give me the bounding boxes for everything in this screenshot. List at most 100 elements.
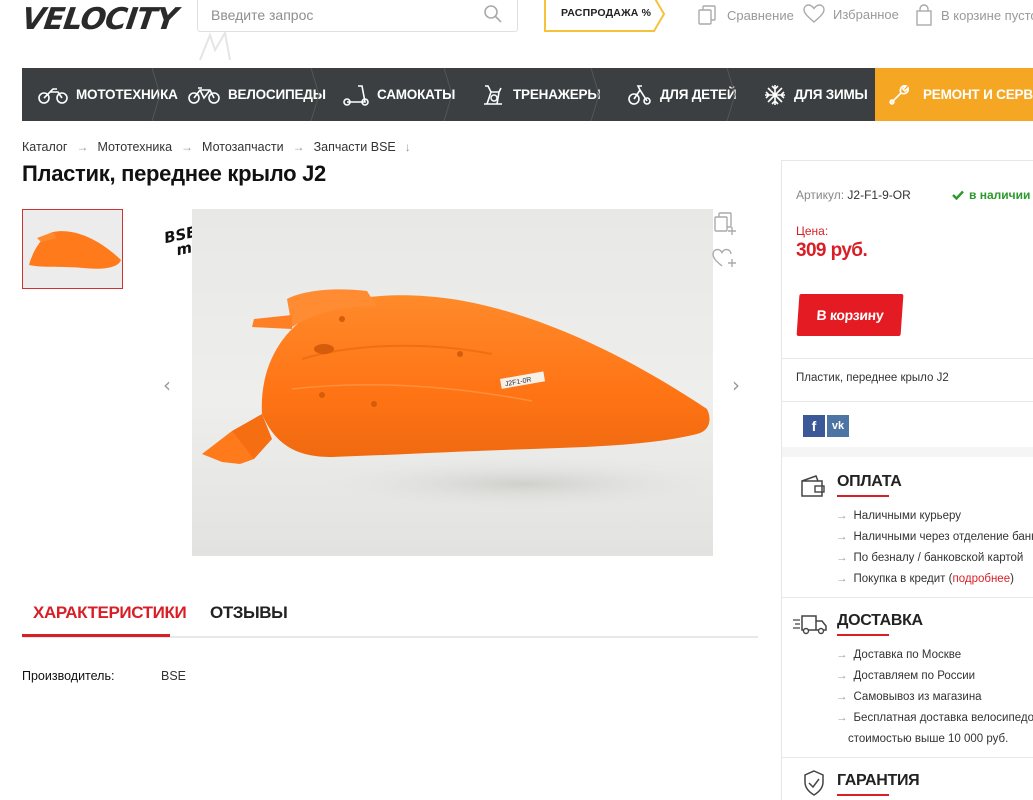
breadcrumb: Каталог → Мототехника → Мотозапчасти → З… [22, 140, 420, 154]
add-to-cart-button[interactable]: В корзину [796, 294, 904, 336]
sale-label: РАСПРОДАЖА % [561, 7, 652, 19]
nav-item-velosipedy[interactable]: ВЕЛОСИПЕДЫ [169, 68, 328, 121]
nav-separator [443, 68, 453, 121]
nav-label: МОТОТЕХНИКА [76, 87, 178, 102]
delivery-item-continued: стоимостью выше 10 000 руб. [848, 733, 1009, 745]
delivery-truck-icon [793, 615, 827, 635]
breadcrumb-item[interactable]: Мототехника [97, 140, 172, 154]
breadcrumb-item[interactable]: Запчасти BSE [314, 140, 396, 154]
section-gap [782, 447, 1033, 457]
search-icon[interactable] [483, 4, 503, 24]
compare-link[interactable]: Сравнение [697, 4, 794, 26]
search-input[interactable] [211, 5, 471, 25]
nav-item-samokaty[interactable]: САМОКАТЫ [328, 68, 461, 121]
nav-separator [726, 68, 736, 121]
logo[interactable]: VELOCITY [20, 2, 180, 37]
nav-item-remont-i-servis[interactable]: РЕМОНТ И СЕРВИС [875, 68, 1033, 121]
next-image-button[interactable]: › [732, 373, 740, 397]
prev-image-button[interactable]: ‹ [163, 373, 171, 397]
breadcrumb-item[interactable]: Каталог [22, 140, 67, 154]
compare-add-icon[interactable] [712, 210, 738, 236]
arrow-right-icon: → [76, 140, 89, 154]
shopping-bag-icon [916, 4, 932, 26]
compare-icon [698, 5, 716, 25]
delivery-item: → Доставка по Москве [836, 649, 962, 661]
payment-item: → Наличными через отделение банка [836, 531, 1033, 543]
stock-status: в наличии [952, 188, 1030, 202]
bicycle-icon [188, 86, 220, 104]
nav-label: ДЛЯ ДЕТЕЙ [660, 87, 737, 102]
facebook-icon[interactable]: f [803, 415, 825, 437]
nav-label: РЕМОНТ И СЕРВИС [923, 87, 1033, 102]
header: VELOCITY РАСПРОДАЖА % Сравнение Избранно… [0, 0, 1033, 61]
divider [782, 597, 1033, 598]
sku-label: Артикул: [796, 188, 845, 202]
active-tab-indicator [22, 634, 170, 637]
search-box [197, 0, 518, 32]
product-main-image[interactable]: J2F1-0R [192, 209, 713, 556]
favorites-link[interactable]: Избранное [803, 4, 899, 24]
sidebar-description: Пластик, переднее крыло J2 [796, 372, 949, 384]
cart-label: В корзине пусто [941, 7, 1033, 23]
wallet-icon [801, 475, 825, 497]
logo-decoration-icon [199, 30, 231, 61]
warranty-title: ГАРАНТИЯ [837, 772, 920, 789]
wrench-icon [889, 84, 909, 105]
nav-separator [151, 68, 161, 121]
payment-title: ОПЛАТА [837, 473, 902, 490]
snowflake-icon [765, 84, 785, 105]
arrow-down-icon[interactable]: ↓ [405, 140, 411, 154]
nav-item-mototechnika[interactable]: МОТОТЕХНИКА [22, 68, 178, 121]
price-label: Цена: [796, 224, 829, 238]
favorites-label: Избранное [833, 6, 899, 22]
price-value: 309 руб. [796, 240, 868, 261]
divider [782, 358, 1033, 359]
page-title: Пластик, переднее крыло J2 [22, 161, 326, 186]
delivery-underline [837, 634, 889, 636]
nav-separator [590, 68, 600, 121]
checkmark-icon [952, 190, 964, 200]
sku-value: J2-F1-9-OR [847, 188, 911, 202]
sku: Артикул: J2-F1-9-OR [796, 188, 911, 202]
fender-image: J2F1-0R [202, 289, 713, 512]
nav-separator [310, 68, 320, 121]
fender-thumbnail-image [29, 231, 121, 269]
tab-characteristics[interactable]: ХАРАКТЕРИСТИКИ [33, 603, 187, 623]
nav-item-dlya-detey[interactable]: ДЛЯ ДЕТЕЙ [608, 68, 744, 121]
sale-button[interactable]: РАСПРОДАЖА % [544, 0, 666, 32]
nav-label: ДЛЯ ЗИМЫ [794, 87, 868, 102]
credit-details-link[interactable]: подробнее [952, 573, 1010, 585]
delivery-title: ДОСТАВКА [837, 612, 923, 629]
delivery-item: → Бесплатная доставка велосипедов [836, 712, 1033, 724]
heart-icon [803, 4, 825, 23]
divider [782, 401, 1033, 402]
cart-link[interactable]: В корзине пусто [915, 4, 1033, 26]
payment-item-credit: → Покупка в кредит (подробнее) [836, 573, 1014, 585]
product-thumbnail[interactable] [22, 209, 123, 289]
nav-item-trenazhery[interactable]: ТРЕНАЖЕРЫ [461, 68, 608, 121]
arrow-right-icon: → [181, 140, 194, 154]
favorite-add-icon[interactable] [712, 246, 738, 270]
spec-manufacturer-value: BSE [161, 669, 187, 683]
payment-underline [837, 495, 889, 497]
payment-item: → Наличными курьеру [836, 510, 962, 522]
product-tabs: ХАРАКТЕРИСТИКИ ОТЗЫВЫ [22, 600, 758, 638]
breadcrumb-item[interactable]: Мотозапчасти [202, 140, 284, 154]
compare-label: Сравнение [727, 7, 794, 23]
vk-icon[interactable]: vk [827, 415, 849, 437]
product-sidebar: Артикул: J2-F1-9-OR в наличии Цена: 309 … [781, 160, 1033, 800]
stock-label: в наличии [969, 188, 1031, 202]
delivery-item: → Доставляем по России [836, 670, 976, 682]
image-tools [712, 210, 738, 270]
shield-icon [804, 770, 824, 796]
delivery-item: → Самовывоз из магазина [836, 691, 982, 703]
nav-label: ТРЕНАЖЕРЫ [513, 87, 601, 102]
nav-item-dlya-zimy[interactable]: ДЛЯ ЗИМЫ [744, 68, 875, 121]
main-nav: МОТОТЕХНИКА ВЕЛОСИПЕДЫ САМОКАТЫ ТРЕНАЖЕР… [22, 68, 1033, 121]
tab-reviews[interactable]: ОТЗЫВЫ [210, 603, 288, 623]
motorcycle-icon [38, 87, 68, 104]
warranty-underline [837, 794, 889, 796]
payment-item: → По безналу / банковской картой [836, 552, 1024, 564]
arrow-right-icon: → [292, 140, 305, 154]
exercise-bike-icon [484, 84, 502, 105]
